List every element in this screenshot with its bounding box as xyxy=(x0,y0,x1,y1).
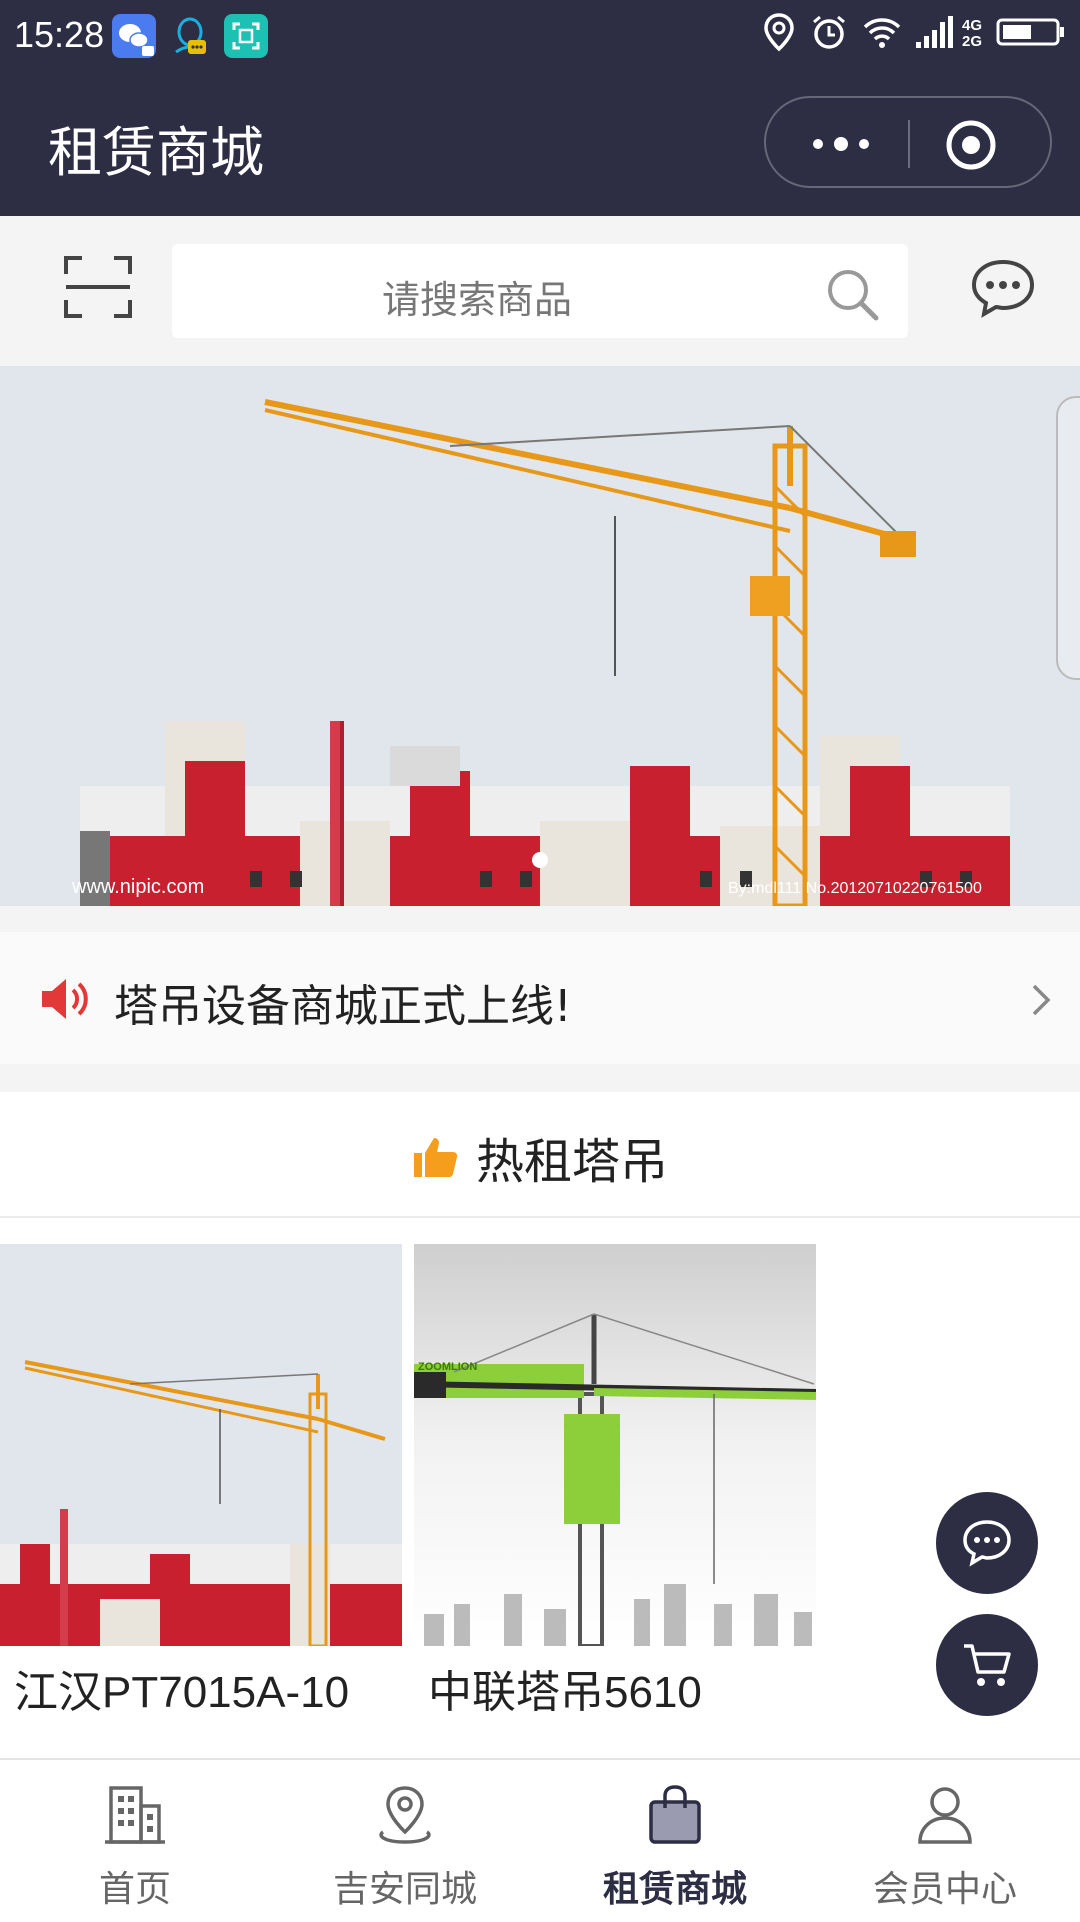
search-input[interactable]: 请搜索商品 xyxy=(172,244,908,338)
product-card[interactable]: 江汉PT7015A-10 xyxy=(0,1244,402,1720)
tab-shop[interactable]: 租赁商城 xyxy=(540,1760,810,1922)
product-image[interactable] xyxy=(0,1244,402,1646)
announcement-text: 塔吊设备商城正式上线! xyxy=(114,981,572,1032)
bottom-tab-bar: 首页 吉安同城 租赁商城 会员中心 xyxy=(0,1758,1080,1922)
wifi-icon xyxy=(863,18,901,48)
product-name[interactable]: 中联塔吊5610 xyxy=(414,1656,816,1720)
network-type: 4G 2G xyxy=(961,17,982,50)
tab-label: 租赁商城 xyxy=(602,1869,747,1910)
tab-label: 首页 xyxy=(98,1869,171,1910)
close-miniprogram-icon[interactable] xyxy=(944,118,998,172)
location-pin-icon xyxy=(379,1786,431,1844)
chevron-right-icon[interactable] xyxy=(1030,982,1054,1018)
side-drawer-handle[interactable] xyxy=(1056,396,1080,680)
product-grid: 江汉PT7015A-10 ZOOMLION 中联塔吊5610 xyxy=(0,1218,1080,1758)
search-bar: 请搜索商品 xyxy=(0,216,1080,366)
banner-watermark-right: By:mdl111 No.20120710220761500 xyxy=(728,880,982,897)
page-title: 租赁商城 xyxy=(48,121,264,184)
scanner-app-icon xyxy=(224,14,268,58)
cart-button[interactable] xyxy=(936,1614,1038,1716)
signal-icon xyxy=(915,16,953,48)
banner-image: www.nipic.com By:mdl111 No.2012071022076… xyxy=(0,366,1080,906)
customer-service-button[interactable] xyxy=(936,1492,1038,1594)
product-brand-label: ZOOMLION xyxy=(418,1361,477,1373)
wechat-icon xyxy=(112,14,156,58)
tab-home[interactable]: 首页 xyxy=(0,1760,270,1922)
chat-bubble-icon xyxy=(963,1520,1011,1567)
carousel-indicator-dot[interactable] xyxy=(532,852,548,868)
hot-section-header: 热租塔吊 xyxy=(0,1092,1080,1218)
tab-member[interactable]: 会员中心 xyxy=(810,1760,1080,1922)
battery-icon xyxy=(996,18,1064,46)
speaker-icon xyxy=(42,979,88,1019)
tab-local[interactable]: 吉安同城 xyxy=(270,1760,540,1922)
shopping-bag-icon xyxy=(649,1785,701,1844)
more-icon[interactable] xyxy=(806,124,876,164)
product-name[interactable]: 江汉PT7015A-10 xyxy=(0,1656,402,1720)
status-bar: 15:28 4G 2G xyxy=(0,0,1080,78)
message-icon[interactable] xyxy=(970,258,1036,318)
location-icon xyxy=(764,13,794,52)
user-icon xyxy=(918,1787,972,1844)
status-indicators: 4G 2G xyxy=(762,12,1066,52)
nav-bar: 租赁商城 xyxy=(0,78,1080,216)
capsule-divider xyxy=(908,120,910,168)
banner-watermark-left: www.nipic.com xyxy=(71,876,204,898)
search-placeholder: 请搜索商品 xyxy=(381,278,572,322)
scan-icon[interactable] xyxy=(64,256,132,318)
banner-carousel[interactable]: www.nipic.com By:mdl111 No.2012071022076… xyxy=(0,366,1080,906)
section-title: 热租塔吊 xyxy=(475,1134,668,1190)
miniprogram-capsule xyxy=(764,96,1052,188)
status-app-icons xyxy=(112,14,268,58)
cell-signal: 4G 2G xyxy=(915,14,982,50)
alarm-icon xyxy=(813,15,845,49)
announcement-bar[interactable]: 塔吊设备商城正式上线! xyxy=(0,932,1080,1064)
cart-icon xyxy=(964,1644,1011,1686)
building-icon xyxy=(105,1786,165,1844)
thumbs-up-icon xyxy=(413,1138,458,1177)
product-card[interactable]: ZOOMLION 中联塔吊5610 xyxy=(414,1244,816,1720)
tab-label: 会员中心 xyxy=(872,1869,1017,1910)
search-icon[interactable] xyxy=(824,266,880,322)
status-time: 15:28 xyxy=(14,14,105,55)
qq-icon xyxy=(175,17,206,54)
product-image[interactable]: ZOOMLION xyxy=(414,1244,816,1646)
tab-label: 吉安同城 xyxy=(332,1869,477,1910)
